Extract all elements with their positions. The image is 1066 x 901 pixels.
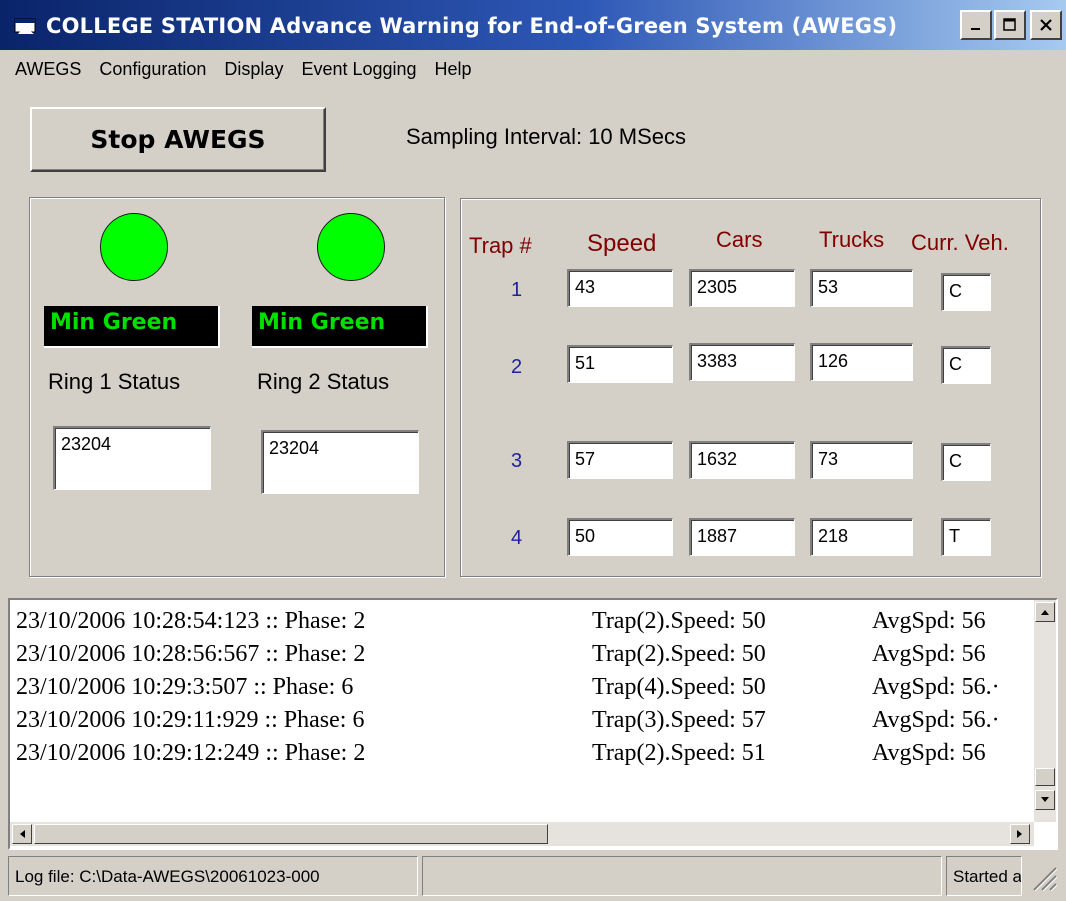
vertical-scroll-thumb[interactable] [1035,768,1055,786]
trap-vehicle-field[interactable]: C [941,443,991,481]
arrow-down-icon [1041,797,1049,802]
header-current-vehicle: Curr. Veh. [911,230,1009,255]
resize-grip-icon[interactable] [1028,862,1058,892]
horizontal-scroll-thumb[interactable] [34,824,548,844]
menu-awegs[interactable]: AWEGS [6,55,90,84]
trap-vehicle-field[interactable]: T [941,518,991,556]
ring2-signal-light [317,213,385,281]
trap-speed-field[interactable]: 51 [567,345,673,383]
ring2-value-field[interactable]: 23204 [261,430,419,494]
status-log-file: Log file: C:\Data-AWEGS\20061023-000 [8,856,418,896]
ring1-status-display: Min Green [44,306,220,348]
log-entry-avg: AvgSpd: 56.· [872,707,1000,733]
trap-cars-field[interactable]: 3383 [689,343,795,381]
stop-awegs-button[interactable]: Stop AWEGS [30,107,326,172]
trap-vehicle-field[interactable]: C [941,273,991,311]
log-vertical-scrollbar[interactable] [1034,600,1056,822]
ring1-signal-light [100,213,168,281]
log-entry-avg: AvgSpd: 56 [872,641,986,667]
log-horizontal-scrollbar[interactable] [10,822,1034,846]
trap-cars-field[interactable]: 1632 [689,441,795,479]
log-entry-time: 23/10/2006 10:29:11:929 :: Phase: 6 [16,707,365,733]
window-title: COLLEGE STATION Advance Warning for End-… [46,14,898,38]
trap-number: 1 [511,279,523,301]
log-entry-trap: Trap(2).Speed: 51 [592,740,766,766]
close-button[interactable] [1030,10,1062,40]
arrow-right-icon [1017,830,1022,838]
app-icon [14,18,36,34]
header-cars: Cars [716,227,763,252]
menu-help[interactable]: Help [426,55,481,84]
status-started: Started a [946,856,1022,896]
header-trap: Trap # [469,233,532,258]
scroll-right-button[interactable] [1010,824,1030,844]
menu-display[interactable]: Display [215,55,292,84]
trap-cars-field[interactable]: 1887 [689,518,795,556]
trap-number: 4 [511,527,523,549]
close-icon [1040,19,1052,31]
log-entry-avg: AvgSpd: 56.· [872,674,1000,700]
trap-speed-field[interactable]: 43 [567,269,673,307]
status-middle-panel [422,856,942,896]
trap-number: 2 [511,356,523,378]
event-log[interactable]: 23/10/2006 10:28:54:123 :: Phase: 2 Trap… [8,598,1058,850]
stop-awegs-label: Stop AWEGS [90,125,266,154]
trap-vehicle-field[interactable]: C [941,346,991,384]
trap-number: 3 [511,450,523,472]
arrow-up-icon [1041,610,1049,615]
log-entry-trap: Trap(3).Speed: 57 [592,707,766,733]
ring2-status-label: Ring 2 Status [257,369,390,394]
sampling-interval-text: Sampling Interval: 10 MSecs [406,124,687,149]
ring1-status-label: Ring 1 Status [48,369,181,394]
menu-bar: AWEGS Configuration Display Event Loggin… [0,50,1066,88]
log-entry-trap: Trap(2).Speed: 50 [592,608,766,634]
scroll-up-button[interactable] [1035,602,1055,622]
ring2-status-display: Min Green [252,306,428,348]
trap-trucks-field[interactable]: 218 [810,518,913,556]
log-entry-time: 23/10/2006 10:29:3:507 :: Phase: 6 [16,674,354,700]
log-entry-time: 23/10/2006 10:28:54:123 :: Phase: 2 [16,608,366,634]
menu-configuration[interactable]: Configuration [90,55,215,84]
scroll-down-button[interactable] [1035,790,1055,810]
log-entry-time: 23/10/2006 10:29:12:249 :: Phase: 2 [16,740,366,766]
log-entry-avg: AvgSpd: 56 [872,740,986,766]
log-entry-time: 23/10/2006 10:28:56:567 :: Phase: 2 [16,641,366,667]
ring1-value-field[interactable]: 23204 [53,426,211,490]
header-speed: Speed [587,230,657,257]
maximize-button[interactable] [994,10,1026,40]
trap-trucks-field[interactable]: 73 [810,441,913,479]
trap-speed-field[interactable]: 57 [567,441,673,479]
trap-speed-field[interactable]: 50 [567,518,673,556]
title-bar[interactable]: COLLEGE STATION Advance Warning for End-… [0,0,1066,50]
trap-cars-field[interactable]: 2305 [689,269,795,307]
maximize-icon [1003,18,1016,31]
log-entry-avg: AvgSpd: 56 [872,608,986,634]
minimize-button[interactable] [960,10,992,40]
trap-trucks-field[interactable]: 126 [810,343,913,381]
header-trucks: Trucks [819,227,885,252]
trap-trucks-field[interactable]: 53 [810,269,913,307]
log-entry-trap: Trap(4).Speed: 50 [592,674,766,700]
minimize-icon [971,28,980,30]
menu-event-logging[interactable]: Event Logging [292,55,425,84]
scroll-left-button[interactable] [12,824,32,844]
log-entry-trap: Trap(2).Speed: 50 [592,641,766,667]
arrow-left-icon [20,830,25,838]
